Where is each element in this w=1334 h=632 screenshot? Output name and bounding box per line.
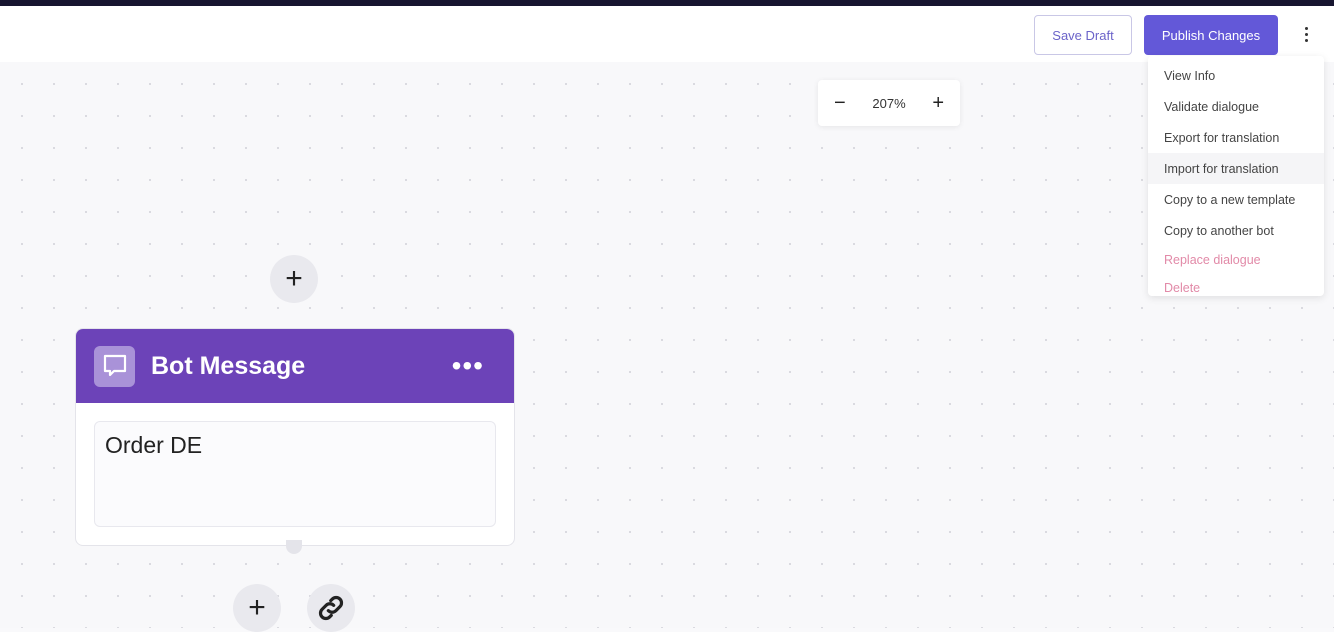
chat-bubble-icon xyxy=(94,345,135,387)
menu-item-copy-template[interactable]: Copy to a new template xyxy=(1148,184,1324,215)
menu-item-export-translation[interactable]: Export for translation xyxy=(1148,122,1324,153)
header xyxy=(0,6,1334,62)
add-node-below-button[interactable]: + xyxy=(233,584,281,632)
node-menu-icon[interactable]: ••• xyxy=(452,352,484,380)
node-header: Bot Message ••• xyxy=(76,329,514,403)
more-options-icon[interactable] xyxy=(1296,22,1316,46)
menu-item-delete[interactable]: Delete xyxy=(1148,274,1324,302)
node-title: Bot Message xyxy=(151,351,306,380)
save-draft-button[interactable]: Save Draft xyxy=(1034,15,1132,55)
options-menu: View Info Validate dialogue Export for t… xyxy=(1148,56,1324,296)
menu-item-copy-bot[interactable]: Copy to another bot xyxy=(1148,215,1324,246)
link-icon[interactable] xyxy=(307,584,355,632)
bot-message-node[interactable]: Bot Message ••• Order DE xyxy=(75,328,515,546)
zoom-in-button[interactable]: + xyxy=(932,92,944,115)
zoom-control: − 207% + xyxy=(818,80,960,126)
add-node-above-button[interactable]: + xyxy=(270,255,318,303)
publish-changes-button[interactable]: Publish Changes xyxy=(1144,15,1278,55)
menu-item-view-info[interactable]: View Info xyxy=(1148,60,1324,91)
zoom-level: 207% xyxy=(872,95,906,111)
message-text[interactable]: Order DE xyxy=(94,421,496,527)
menu-item-replace-dialogue[interactable]: Replace dialogue xyxy=(1148,246,1324,274)
zoom-out-button[interactable]: − xyxy=(834,92,846,115)
menu-item-validate-dialogue[interactable]: Validate dialogue xyxy=(1148,91,1324,122)
menu-item-import-translation[interactable]: Import for translation xyxy=(1148,153,1324,184)
